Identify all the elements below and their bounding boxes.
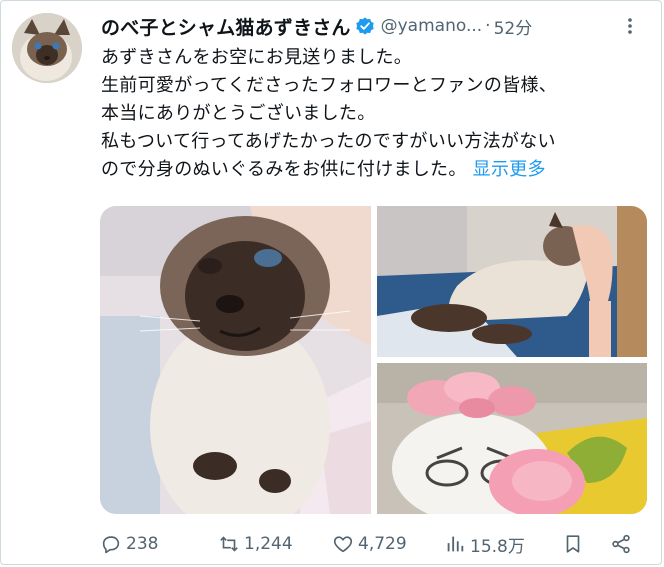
display-name[interactable]: のべ子とシャム猫あずきさん <box>101 13 351 40</box>
reply-bubble-icon <box>102 536 120 554</box>
bookmark-button[interactable] <box>562 527 588 561</box>
tweet-line: 本当にありがとうございました。 <box>101 103 376 124</box>
action-bar: 238 1,244 4,729 15.8万 <box>100 527 640 561</box>
tweet-line: 生前可愛がってくださったフォロワーとファンの皆様、 <box>101 75 558 96</box>
repost-button[interactable]: 1,244 <box>218 527 293 561</box>
timestamp[interactable]: 52分 <box>494 14 533 39</box>
handle[interactable]: @yamano... <box>381 16 483 36</box>
more-dots-icon[interactable] <box>619 15 641 37</box>
reply-count: 238 <box>126 534 159 554</box>
reply-button[interactable]: 238 <box>100 527 158 561</box>
views-count: 15.8万 <box>470 536 525 557</box>
tweet-header: のべ子とシャム猫あずきさん @yamano... · 52分 <box>101 13 641 39</box>
tweet-line: 私もついて行ってあげたかったのですがいい方法がない <box>101 131 556 152</box>
repost-count: 1,244 <box>244 534 293 554</box>
tweet-line: あずきさんをお空にお見送りました。 <box>101 47 413 68</box>
share-icon <box>612 534 630 554</box>
tweet-line: ので分身のぬいぐるみをお供に付けました。 <box>101 159 467 180</box>
like-button[interactable]: 4,729 <box>332 527 407 561</box>
separator-dot: · <box>485 16 491 36</box>
tweet-card: のべ子とシャム猫あずきさん @yamano... · 52分 あずきさんをお空に… <box>0 0 662 565</box>
avatar[interactable] <box>12 13 82 83</box>
media-grid <box>100 206 647 514</box>
repost-arrows-icon <box>220 536 238 552</box>
heart-icon <box>333 536 353 553</box>
photo-cat-lying[interactable] <box>377 206 647 357</box>
like-count: 4,729 <box>358 534 407 554</box>
show-more-link[interactable]: 显示更多 <box>473 159 546 180</box>
photo-cat-closeup[interactable] <box>100 206 371 514</box>
tweet-text: あずきさんをお空にお見送りました。 生前可愛がってくださったフォロワーとファンの… <box>101 44 651 184</box>
verified-badge-icon <box>355 17 374 35</box>
photo-plush-flowers[interactable] <box>377 363 647 514</box>
share-button[interactable] <box>610 527 636 561</box>
views-button[interactable]: 15.8万 <box>444 527 525 561</box>
bookmark-icon <box>566 535 580 553</box>
avatar-cat-image <box>12 13 82 83</box>
bar-chart-icon <box>447 536 464 552</box>
tweet-line-last: ので分身のぬいぐるみをお供に付けました。 显示更多 <box>101 156 651 184</box>
